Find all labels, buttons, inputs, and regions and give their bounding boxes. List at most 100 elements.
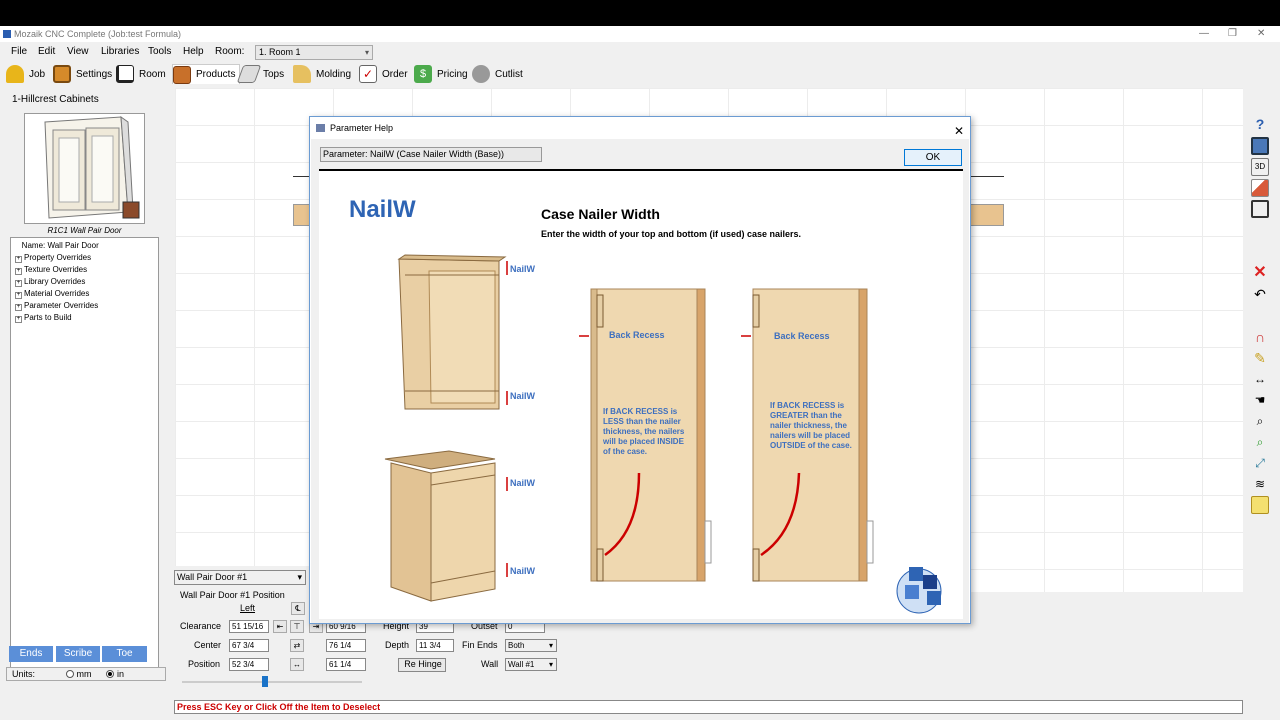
unit-in-option[interactable]: in (106, 669, 124, 679)
pencil-icon[interactable] (1251, 179, 1269, 197)
position-slider-thumb[interactable] (262, 676, 268, 687)
swap-icon[interactable]: ⇄ (290, 639, 304, 652)
delete-icon[interactable]: ✕ (1251, 264, 1269, 282)
grid-view-icon[interactable] (1251, 200, 1269, 218)
help-icon[interactable]: ? (1251, 116, 1269, 134)
molding-icon (293, 65, 311, 83)
product-thumbnail[interactable] (24, 113, 145, 224)
dialog-title: Parameter Help (330, 123, 394, 133)
measure-icon[interactable]: ✎ (1251, 349, 1269, 367)
tab-job[interactable]: Job (6, 64, 45, 84)
tree-item-property-overrides[interactable]: + Property Overrides (11, 252, 158, 264)
note-icon[interactable] (1251, 496, 1269, 514)
fin-ends-label: Fin Ends (462, 640, 498, 650)
align-top-icon[interactable]: ⊤ (290, 620, 304, 633)
ok-button[interactable]: OK (904, 149, 962, 166)
fin-ends-select[interactable]: Both ▾ (505, 639, 557, 652)
width-arrow-icon[interactable]: ↔ (290, 658, 304, 671)
title-bar: Mozaik CNC Complete (Job:test Formula) —… (0, 26, 1280, 42)
room-label: Room: (215, 46, 245, 57)
nailw-label-top: NailW (510, 264, 536, 274)
units-selector: Units: mm in (6, 667, 166, 681)
tab-settings[interactable]: Settings (53, 64, 112, 84)
note-back-recess-less: If BACK RECESS is LESS than the nailer t… (603, 407, 685, 456)
countertop-icon (236, 65, 262, 83)
restore-icon[interactable]: ❐ (1228, 26, 1237, 42)
position-right-field[interactable]: 61 1/4 (326, 658, 366, 671)
unit-mm-option[interactable]: mm (65, 669, 92, 679)
tree-item-texture-overrides[interactable]: + Texture Overrides (11, 264, 158, 276)
expand-icon[interactable]: + (15, 256, 22, 263)
chevron-down-icon: ▾ (548, 660, 553, 669)
tab-cutlist[interactable]: Cutlist (472, 64, 523, 84)
radio-in[interactable] (106, 670, 115, 678)
tree-item-parts-to-build[interactable]: + Parts to Build (11, 312, 158, 324)
center-right-field[interactable]: 76 1/4 (326, 639, 366, 652)
toe-button[interactable]: Toe (102, 646, 147, 662)
menu-edit[interactable]: Edit (38, 46, 55, 57)
layers-icon[interactable]: ≋ (1251, 475, 1269, 493)
wall-select[interactable]: Wall #1 ▾ (505, 658, 557, 671)
tree-item-library-overrides[interactable]: + Library Overrides (11, 276, 158, 288)
nailw-label-base-top: NailW (510, 478, 536, 488)
cabinet-top-view-right[interactable] (970, 204, 1004, 226)
save-icon[interactable] (1251, 137, 1269, 155)
pan-hand-icon[interactable]: ☚ (1251, 391, 1269, 409)
zoom-icon[interactable]: ⌕ (1251, 412, 1269, 430)
tab-products[interactable]: Products (172, 64, 241, 84)
position-left-field[interactable]: 52 3/4 (229, 658, 269, 671)
expand-icon[interactable]: + (15, 292, 22, 299)
app-window: Mozaik CNC Complete (Job:test Formula) —… (0, 26, 1280, 720)
saw-blade-icon (472, 65, 490, 83)
position-slider-track[interactable] (182, 681, 362, 683)
room-select[interactable]: 1. Room 1 ▾ (255, 45, 373, 60)
expand-icon[interactable]: + (15, 316, 22, 323)
tab-room[interactable]: Room (116, 64, 166, 84)
menu-libraries[interactable]: Libraries (101, 46, 139, 57)
rehinge-button[interactable]: Re Hinge (398, 658, 446, 672)
help-illustration: NailW Case Nailer Width Enter the width … (319, 169, 963, 619)
zoom-extents-icon[interactable]: ⤢ (1251, 454, 1269, 472)
note-back-recess-greater: If BACK RECESS is GREATER than the naile… (770, 401, 852, 450)
tab-pricing[interactable]: $ Pricing (414, 64, 468, 84)
magnet-icon[interactable]: ∩ (1251, 328, 1269, 346)
products-cabinet-icon (173, 65, 191, 84)
tab-tops[interactable]: Tops (236, 64, 284, 84)
settings-cabinet-icon (53, 65, 71, 83)
menu-bar: File Edit View Libraries Tools Help Room… (0, 42, 1280, 62)
undo-icon[interactable]: ↶ (1251, 285, 1269, 303)
clearance-left-field[interactable]: 51 15/16 (229, 620, 269, 633)
window-title: Mozaik CNC Complete (Job:test Formula) (14, 29, 182, 39)
dimension-icon[interactable]: ↔ (1251, 370, 1269, 388)
tree-item-material-overrides[interactable]: + Material Overrides (11, 288, 158, 300)
tab-order[interactable]: ✓ Order (359, 64, 408, 84)
menu-file[interactable]: File (11, 46, 27, 57)
thumbnail-caption: R1C1 Wall Pair Door (47, 226, 122, 235)
zoom-in-icon[interactable]: ⌕ (1251, 433, 1269, 451)
ends-button[interactable]: Ends (9, 646, 53, 662)
scribe-button[interactable]: Scribe (56, 646, 100, 662)
menu-help[interactable]: Help (183, 46, 204, 57)
position-label: Position (188, 659, 221, 669)
expand-icon[interactable]: + (15, 268, 22, 275)
center-line-icon[interactable]: ℄ (291, 602, 305, 615)
room-icon (116, 65, 134, 83)
center-label: Center (194, 640, 222, 650)
3d-view-icon[interactable]: 3D (1251, 158, 1269, 176)
center-left-field[interactable]: 67 3/4 (229, 639, 269, 652)
expand-icon[interactable]: + (15, 304, 22, 311)
chevron-down-icon: ▾ (548, 641, 553, 650)
close-window-icon[interactable]: ✕ (1257, 26, 1265, 42)
product-select[interactable]: Wall Pair Door #1 ▾ (174, 570, 306, 585)
expand-icon[interactable]: + (15, 280, 22, 287)
dialog-body: Parameter: NailW (Case Nailer Width (Bas… (311, 139, 969, 623)
minimize-icon[interactable]: — (1199, 26, 1209, 42)
depth-field[interactable]: 11 3/4 (416, 639, 454, 652)
menu-tools[interactable]: Tools (148, 46, 171, 57)
align-left-icon[interactable]: ⇤ (273, 620, 287, 633)
tab-molding[interactable]: Molding (293, 64, 351, 84)
tree-item-parameter-overrides[interactable]: + Parameter Overrides (11, 300, 158, 312)
radio-mm[interactable] (65, 670, 74, 678)
menu-view[interactable]: View (67, 46, 89, 57)
tree-item-name[interactable]: Name: Wall Pair Door (11, 240, 158, 252)
